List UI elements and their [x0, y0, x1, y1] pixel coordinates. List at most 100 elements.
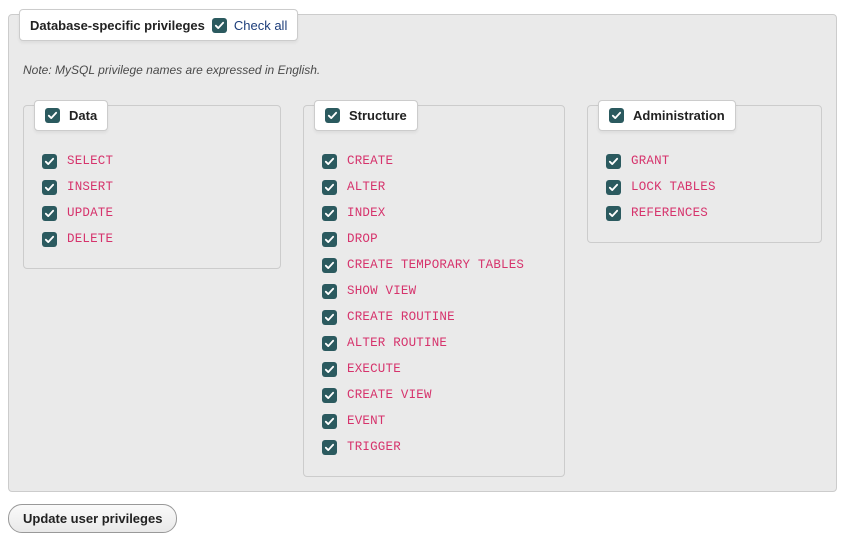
col-structure: Structure CREATE ALTER INDEX DROP CREATE TEM…	[303, 105, 565, 477]
checkmark-icon	[324, 286, 335, 297]
privilege-row: UPDATE	[42, 202, 266, 224]
privilege-label[interactable]: LOCK TABLES	[631, 180, 716, 194]
privilege-label[interactable]: CREATE VIEW	[347, 388, 432, 402]
privilege-checkbox[interactable]	[322, 336, 337, 351]
group-legend-structure: Structure	[314, 100, 418, 131]
checkmark-icon	[324, 312, 335, 323]
privilege-row: CREATE	[322, 150, 550, 172]
privilege-row: CREATE TEMPORARY TABLES	[322, 254, 550, 276]
privilege-row: INSERT	[42, 176, 266, 198]
privilege-row: SELECT	[42, 150, 266, 172]
group-structure: Structure CREATE ALTER INDEX DROP CREATE TEM…	[303, 105, 565, 477]
privilege-checkbox[interactable]	[322, 440, 337, 455]
checkmark-icon	[324, 182, 335, 193]
privilege-row: REFERENCES	[606, 202, 807, 224]
privilege-row: EXECUTE	[322, 358, 550, 380]
note-text: Note: MySQL privilege names are expresse…	[23, 63, 822, 77]
checkmark-icon	[324, 208, 335, 219]
group-admin-items: GRANT LOCK TABLES REFERENCES	[606, 150, 807, 224]
group-structure-items: CREATE ALTER INDEX DROP CREATE TEMPORARY TAB…	[322, 150, 550, 458]
checkmark-icon	[608, 208, 619, 219]
privilege-row: DELETE	[42, 228, 266, 250]
privilege-checkbox[interactable]	[42, 180, 57, 195]
privilege-row: SHOW VIEW	[322, 280, 550, 302]
checkmark-icon	[44, 182, 55, 193]
privilege-row: CREATE ROUTINE	[322, 306, 550, 328]
privilege-row: EVENT	[322, 410, 550, 432]
checkmark-icon	[324, 364, 335, 375]
update-privileges-button[interactable]: Update user privileges	[8, 504, 177, 533]
privilege-checkbox[interactable]	[322, 310, 337, 325]
checkmark-icon	[608, 182, 619, 193]
check-all-checkbox[interactable]	[212, 18, 227, 33]
privilege-label[interactable]: TRIGGER	[347, 440, 401, 454]
checkmark-icon	[44, 234, 55, 245]
col-admin: Administration GRANTLOCK TABLESREFERENCE…	[587, 105, 822, 243]
checkmark-icon	[324, 442, 335, 453]
privilege-checkbox[interactable]	[322, 258, 337, 273]
checkmark-icon	[611, 110, 622, 121]
checkmark-icon	[608, 156, 619, 167]
checkmark-icon	[324, 156, 335, 167]
privilege-label[interactable]: ALTER ROUTINE	[347, 336, 447, 350]
group-admin-checkbox[interactable]	[609, 108, 624, 123]
fieldset-title: Database-specific privileges	[30, 18, 205, 33]
group-data-items: SELECT INSERT UPDATE DELETE	[42, 150, 266, 250]
privilege-row: CREATE VIEW	[322, 384, 550, 406]
privilege-checkbox[interactable]	[606, 180, 621, 195]
group-data: Data SELECT INSERT UPDATE DELETE	[23, 105, 281, 269]
privilege-label[interactable]: DROP	[347, 232, 378, 246]
privilege-label[interactable]: EXECUTE	[347, 362, 401, 376]
group-data-title: Data	[69, 108, 97, 123]
privilege-checkbox[interactable]	[322, 284, 337, 299]
check-all-link[interactable]: Check all	[234, 18, 287, 33]
privilege-label[interactable]: SHOW VIEW	[347, 284, 416, 298]
privilege-checkbox[interactable]	[322, 414, 337, 429]
privilege-label[interactable]: UPDATE	[67, 206, 113, 220]
privilege-checkbox[interactable]	[322, 206, 337, 221]
checkmark-icon	[324, 416, 335, 427]
privilege-label[interactable]: CREATE	[347, 154, 393, 168]
privilege-row: TRIGGER	[322, 436, 550, 458]
privilege-checkbox[interactable]	[322, 180, 337, 195]
privilege-label[interactable]: CREATE ROUTINE	[347, 310, 455, 324]
privilege-row: INDEX	[322, 202, 550, 224]
col-data: Data SELECT INSERT UPDATE DELETE	[23, 105, 281, 269]
checkmark-icon	[327, 110, 338, 121]
checkmark-icon	[214, 20, 225, 31]
group-structure-checkbox[interactable]	[325, 108, 340, 123]
privilege-label[interactable]: CREATE TEMPORARY TABLES	[347, 258, 524, 272]
checkmark-icon	[324, 390, 335, 401]
privilege-checkbox[interactable]	[42, 232, 57, 247]
privilege-checkbox[interactable]	[322, 362, 337, 377]
privilege-row: ALTER	[322, 176, 550, 198]
group-legend-admin: Administration	[598, 100, 736, 131]
privilege-row: GRANT	[606, 150, 807, 172]
privilege-label[interactable]: GRANT	[631, 154, 670, 168]
group-structure-title: Structure	[349, 108, 407, 123]
checkmark-icon	[324, 234, 335, 245]
privilege-checkbox[interactable]	[322, 154, 337, 169]
checkmark-icon	[44, 208, 55, 219]
privilege-checkbox[interactable]	[606, 206, 621, 221]
db-privileges-fieldset: Database-specific privileges Check all N…	[8, 14, 837, 492]
privilege-label[interactable]: INDEX	[347, 206, 386, 220]
privilege-label[interactable]: DELETE	[67, 232, 113, 246]
privilege-label[interactable]: REFERENCES	[631, 206, 708, 220]
privilege-checkbox[interactable]	[606, 154, 621, 169]
checkmark-icon	[47, 110, 58, 121]
group-admin: Administration GRANTLOCK TABLESREFERENCE…	[587, 105, 822, 243]
checkmark-icon	[324, 260, 335, 271]
privilege-label[interactable]: ALTER	[347, 180, 386, 194]
privilege-label[interactable]: INSERT	[67, 180, 113, 194]
privilege-label[interactable]: EVENT	[347, 414, 386, 428]
group-data-checkbox[interactable]	[45, 108, 60, 123]
privilege-checkbox[interactable]	[322, 388, 337, 403]
checkmark-icon	[324, 338, 335, 349]
group-legend-data: Data	[34, 100, 108, 131]
privilege-label[interactable]: SELECT	[67, 154, 113, 168]
privilege-checkbox[interactable]	[42, 206, 57, 221]
privilege-checkbox[interactable]	[42, 154, 57, 169]
privilege-checkbox[interactable]	[322, 232, 337, 247]
privilege-columns: Data SELECT INSERT UPDATE DELETE Structure …	[23, 105, 822, 477]
